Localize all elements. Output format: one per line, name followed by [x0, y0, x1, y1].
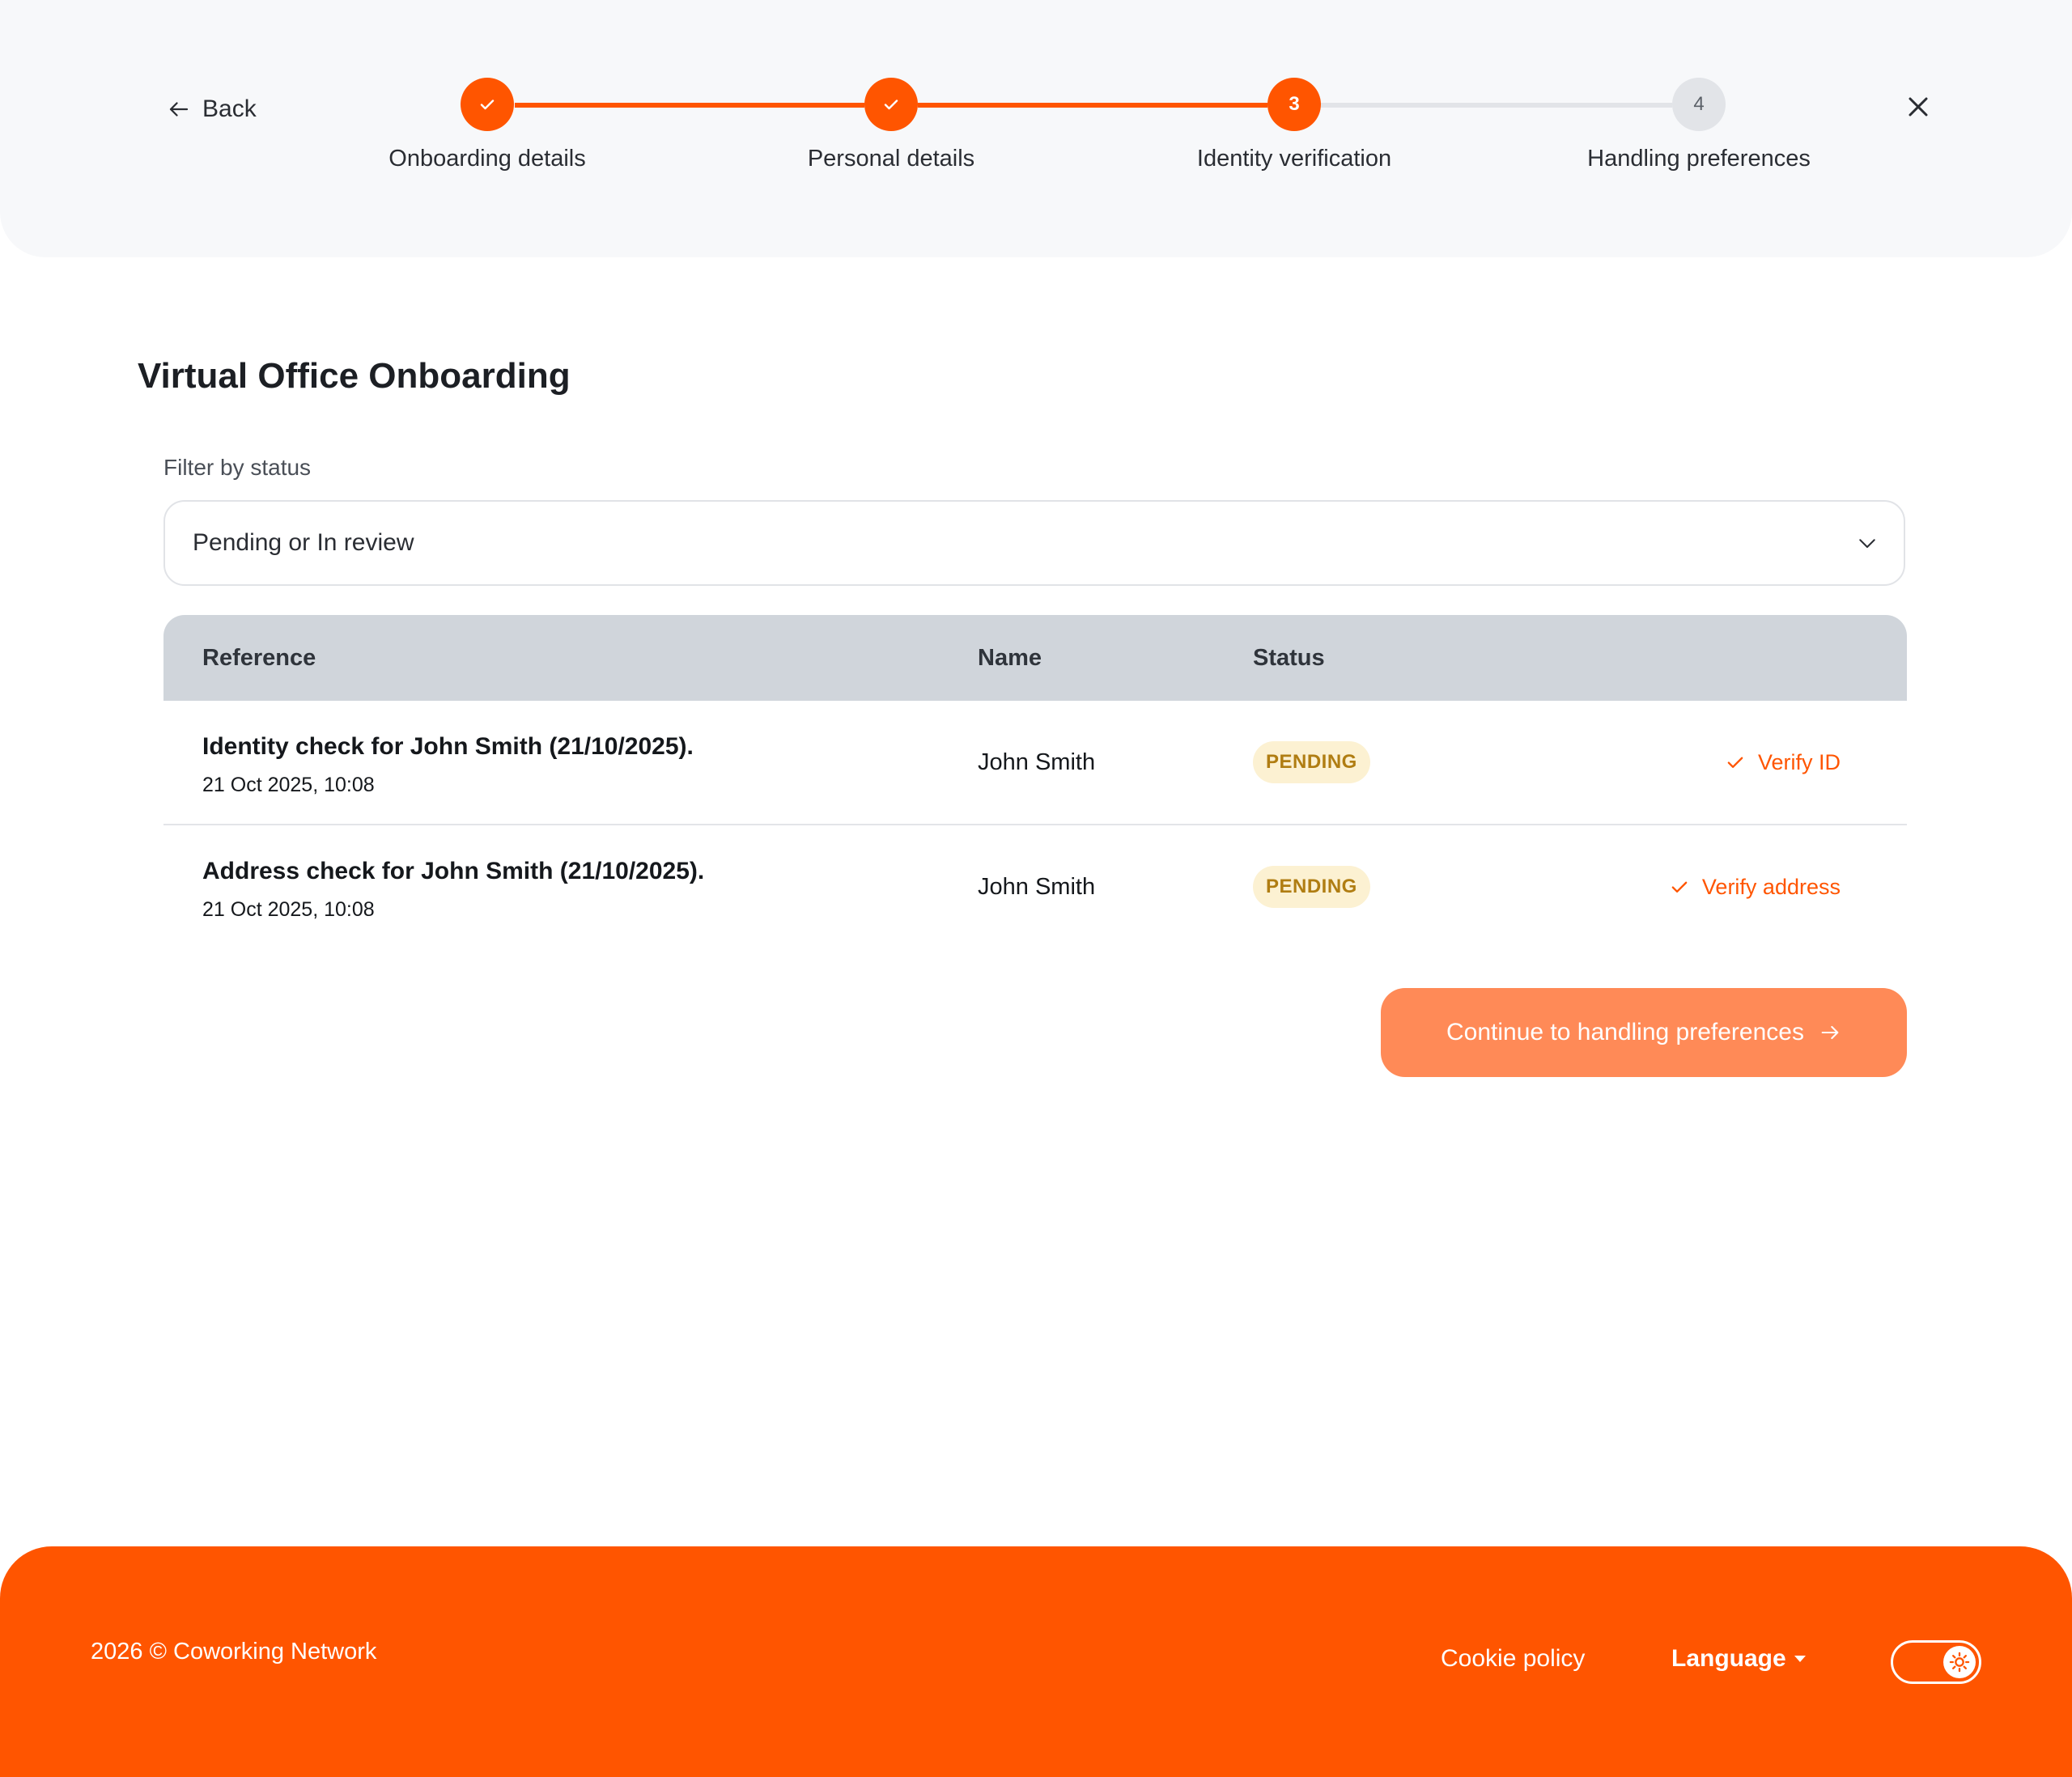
table-row: Address check for John Smith (21/10/2025… — [163, 824, 1907, 948]
check-icon — [884, 100, 898, 110]
arrow-left-icon — [169, 102, 189, 117]
back-label: Back — [202, 95, 257, 122]
verify-address-button[interactable]: Verify address — [1668, 825, 1841, 948]
verify-id-button[interactable]: Verify ID — [1724, 701, 1841, 824]
page-title: Virtual Office Onboarding — [138, 356, 571, 396]
name-cell: John Smith — [978, 874, 1096, 900]
back-button[interactable]: Back — [167, 93, 257, 125]
check-icon — [480, 100, 495, 110]
status-filter-value: Pending or In review — [193, 529, 414, 556]
reference-title: Identity check for John Smith (21/10/202… — [202, 733, 694, 760]
reference-date: 21 Oct 2025, 10:08 — [202, 898, 375, 921]
table-header: Reference Name Status — [163, 615, 1907, 701]
toggle-knob — [1943, 1646, 1976, 1678]
cookie-policy-link[interactable]: Cookie policy — [1441, 1645, 1585, 1673]
filter-label: Filter by status — [163, 455, 312, 480]
chevron-down-icon — [1859, 539, 1875, 548]
step-2-indicator — [864, 78, 918, 131]
stepper-track-1 — [515, 103, 864, 108]
language-dropdown[interactable]: Language — [1671, 1645, 1806, 1673]
status-badge: PENDING — [1253, 866, 1370, 908]
close-icon — [1909, 97, 1928, 117]
step-2-label: Personal details — [807, 146, 975, 172]
verification-table: Reference Name Status Identity check for… — [163, 615, 1907, 948]
step-4-label: Handling preferences — [1587, 146, 1811, 172]
theme-toggle[interactable] — [1891, 1640, 1981, 1684]
step-1-label: Onboarding details — [388, 146, 586, 172]
column-header-name: Name — [978, 645, 1042, 671]
footer: 2026 © Coworking Network Cookie policy L… — [0, 1546, 2072, 1777]
sun-icon — [1949, 1652, 1970, 1673]
status-badge: PENDING — [1253, 741, 1370, 783]
step-4-indicator: 4 — [1672, 78, 1726, 131]
language-label: Language — [1671, 1645, 1786, 1672]
step-3-label: Identity verification — [1196, 146, 1392, 172]
continue-label: Continue to handling preferences — [1446, 1019, 1804, 1045]
stepper-header: Back Onboarding details Personal details… — [0, 0, 2072, 257]
stepper-track-3 — [1321, 103, 1672, 108]
verify-id-label: Verify ID — [1757, 749, 1841, 774]
step-1-indicator — [461, 78, 514, 131]
step-3-indicator: 3 — [1267, 78, 1321, 131]
continue-button[interactable]: Continue to handling preferences — [1381, 988, 1907, 1077]
status-filter-select[interactable]: Pending or In review — [163, 500, 1905, 586]
reference-date: 21 Oct 2025, 10:08 — [202, 774, 375, 796]
column-header-reference: Reference — [202, 645, 316, 671]
column-header-status: Status — [1253, 645, 1325, 671]
caret-down-icon — [1794, 1656, 1806, 1662]
copyright-text: 2026 © Coworking Network — [91, 1639, 377, 1665]
check-icon — [1727, 757, 1743, 768]
name-cell: John Smith — [978, 749, 1096, 775]
check-icon — [1671, 881, 1688, 893]
close-button[interactable] — [1902, 91, 1934, 123]
table-row: Identity check for John Smith (21/10/202… — [163, 701, 1907, 824]
arrow-right-icon — [1821, 1025, 1839, 1040]
reference-title: Address check for John Smith (21/10/2025… — [202, 858, 705, 884]
verify-address-label: Verify address — [1701, 874, 1841, 899]
stepper-track-2 — [918, 103, 1267, 108]
